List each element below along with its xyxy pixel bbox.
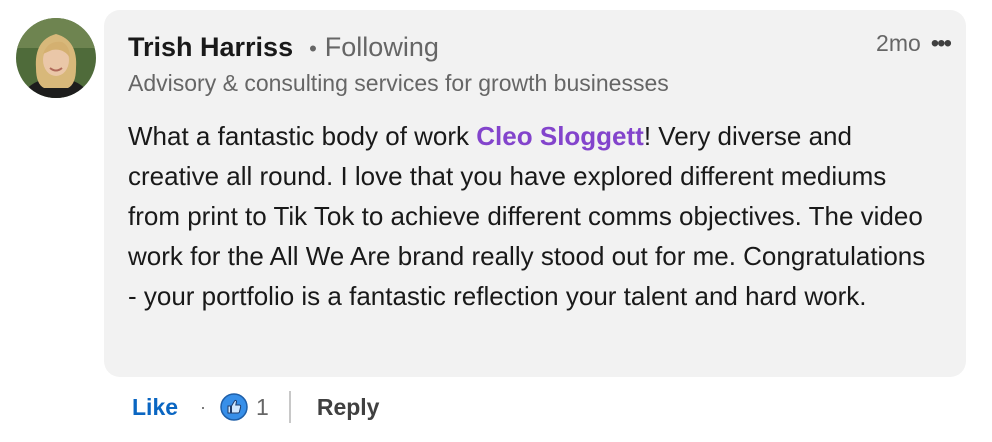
action-separator-dot: · [200,396,207,417]
like-button[interactable]: Like [132,394,178,421]
profile-photo-icon [16,18,96,98]
comment-text: What a fantastic body of work Cleo Slogg… [128,116,928,316]
author-avatar[interactable] [16,18,96,98]
comment-text-before: What a fantastic body of work [128,121,477,151]
mention-link[interactable]: Cleo Sloggett [476,121,644,151]
author-row: Trish Harriss • Following [128,32,439,63]
author-name[interactable]: Trish Harriss [128,32,293,63]
reaction-count[interactable]: 1 [256,394,269,421]
comment-actions: Like · 1 Reply [132,388,379,426]
author-headline: Advisory & consulting services for growt… [128,70,669,96]
comment-bubble: Trish Harriss • Following Advisory & con… [104,10,966,377]
separator-dot: • [309,36,317,61]
ellipsis-horizontal-icon[interactable]: ••• [931,31,952,56]
reply-button[interactable]: Reply [317,394,380,421]
thumbs-up-icon[interactable] [220,393,248,421]
following-status: Following [324,32,439,62]
comment-meta: 2mo ••• [876,30,952,57]
action-divider [288,391,291,423]
comment-timestamp: 2mo [876,30,921,56]
